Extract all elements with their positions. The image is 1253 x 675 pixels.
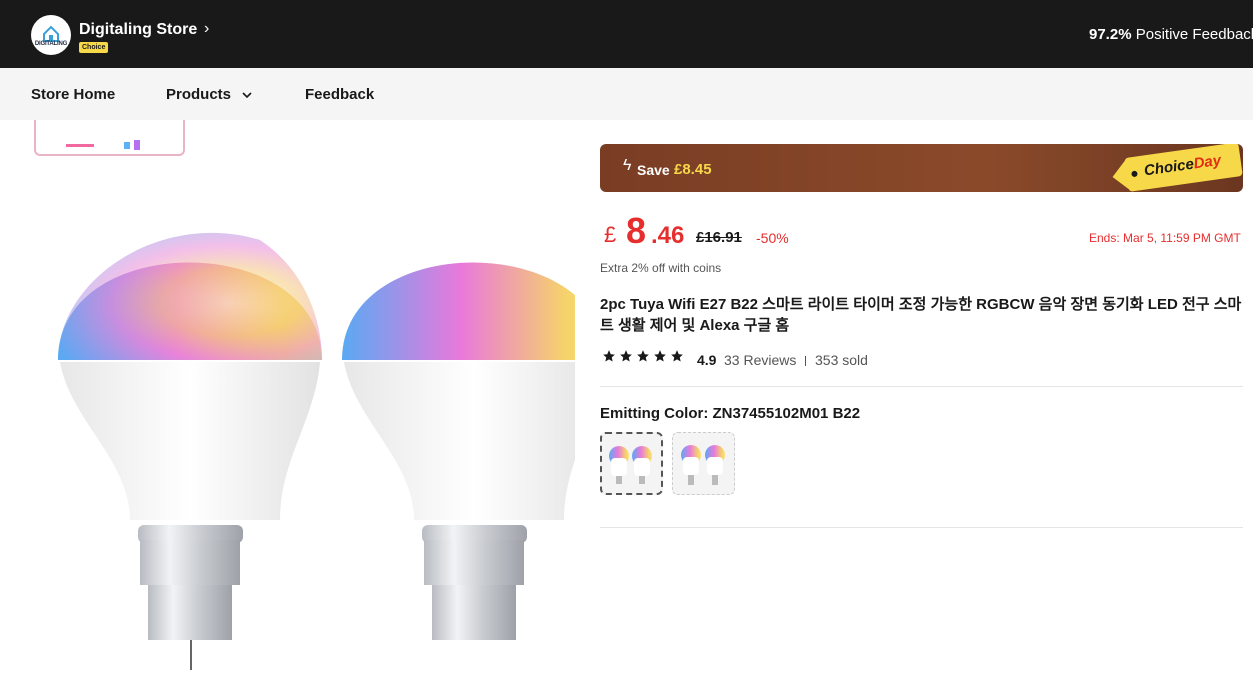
save-label: Save [637,162,670,178]
discount-percent: -50% [756,230,789,246]
nav-products-label: Products [166,86,232,103]
positive-feedback-pct: 97.2% [1089,26,1132,43]
rating-value: 4.9 [697,352,717,368]
reviews-link[interactable]: 33 Reviews [724,352,796,368]
star-icon [654,350,666,362]
sale-ends: Ends: Mar 5, 11:59 PM GMT [1089,231,1241,245]
store-name[interactable]: Digitaling Store [79,21,197,39]
star-icon [620,350,632,362]
logo-text: DIGITALING [34,41,68,47]
positive-feedback-label: Positive Feedback [1135,26,1253,43]
sold-count: 353 sold [815,352,868,368]
save-amount: £8.45 [674,161,712,178]
divider [805,356,806,366]
choice-badge: Choice [79,42,109,53]
star-icon [603,350,615,362]
star-icon [671,350,683,362]
positive-feedback: 97.2% Positive Feedback [1089,26,1253,43]
product-title: 2pc Tuya Wifi E27 B22 스마트 라이트 타이머 조정 가능한… [600,296,1242,334]
chevron-right-icon[interactable]: › [204,20,209,38]
rating-stars [602,349,684,367]
chevron-down-icon [242,92,252,99]
save-banner: ϟ Save £8.45 ChoiceDay [600,144,1243,192]
divider [600,527,1243,528]
price-currency: £ [604,222,617,247]
price-decimal: .46 [651,222,685,249]
bulb-1-graphic [58,232,322,670]
original-price: £16.91 [696,229,742,246]
store-logo[interactable]: DIGITALING [31,15,71,55]
extra-coins-offer: Extra 2% off with coins [600,261,722,275]
choiceday-choice: Choice [1142,155,1195,180]
choiceday-day: Day [1192,151,1223,173]
choiceday-tag: ChoiceDay [1124,144,1243,192]
nav-store-home[interactable]: Store Home [31,86,115,103]
divider [600,386,1243,387]
bulb-2-graphic [342,262,575,640]
star-icon [637,350,649,362]
price-integer: 8 [626,210,647,251]
variant-swatch[interactable] [672,432,735,495]
nav-feedback[interactable]: Feedback [305,86,374,103]
variant-label: Emitting Color: ZN37455102M01 B22 [600,405,861,422]
house-icon [43,25,59,42]
nav-products[interactable]: Products [166,86,253,103]
image-thumbnail[interactable] [34,120,185,156]
lightning-icon: ϟ [623,157,632,174]
store-header: DIGITALING Digitaling Store › Choice 97.… [0,0,1253,68]
store-nav: Store Home Products Feedback [0,68,1253,120]
variant-swatch-selected[interactable] [600,432,663,495]
product-main-image[interactable] [30,170,575,675]
